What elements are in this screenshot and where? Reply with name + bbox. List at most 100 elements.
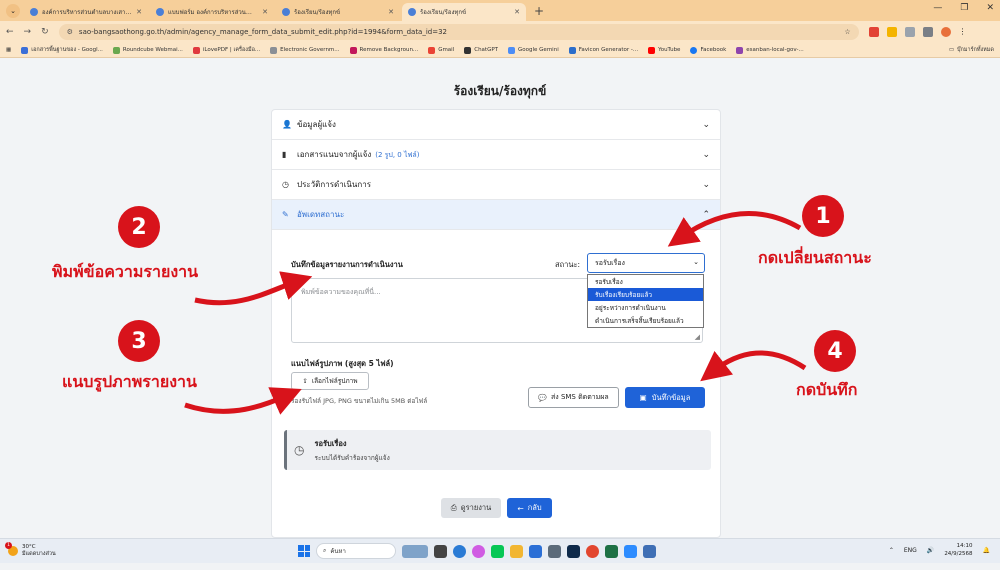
clock[interactable]: 14:10 24/9/2568 xyxy=(944,542,972,558)
notepad-icon[interactable] xyxy=(643,544,656,558)
bookmark-item[interactable]: Facebook xyxy=(690,46,726,54)
status-label: สถานะ: xyxy=(555,260,581,269)
roundcube-icon xyxy=(112,46,120,54)
windows-start-icon[interactable] xyxy=(298,545,310,557)
menu-dots-icon[interactable]: ⋮ xyxy=(959,27,967,37)
arrow-left-icon: ← xyxy=(517,503,524,513)
chevron-down-icon: ⌄ xyxy=(702,149,710,160)
taskbar: 1 30°C มีแดดบางส่วน ⌕ ค้นหา ⌃ ENG 🔊 14:10 … xyxy=(0,538,1000,563)
bookmark-item[interactable]: Favicon Generator -... xyxy=(568,46,638,54)
section-update-status[interactable]: ✎ อัพเดทสถานะ ⌃ xyxy=(272,200,720,230)
wifi-speaker-battery-icon[interactable]: 🔊 xyxy=(927,547,934,554)
calculator-icon[interactable] xyxy=(548,544,561,558)
close-tab-icon[interactable]: ✕ xyxy=(514,8,520,16)
copilot-icon[interactable] xyxy=(472,544,485,558)
bookmark-item[interactable]: Roundcube Webmai... xyxy=(112,46,183,54)
ilovepdf-icon xyxy=(192,46,200,54)
search-icon: ⌕ xyxy=(323,547,327,554)
close-tab-icon[interactable]: ✕ xyxy=(388,8,394,16)
section-reporter-info[interactable]: 👤 ข้อมูลผู้แจ้ง ⌄ xyxy=(272,110,720,140)
bookmark-item[interactable]: Electronic Governm... xyxy=(270,46,340,54)
all-bookmarks[interactable]: ▭ บุ๊กมาร์กทั้งหมด xyxy=(949,46,994,54)
section-attachments[interactable]: ▮ เอกสารแนบจากผู้แจ้ง (2 รูป, 0 ไฟล์) ⌄ xyxy=(272,140,720,170)
extension-icon[interactable] xyxy=(904,27,915,37)
upload-icon: ⇪ xyxy=(302,377,308,385)
esanban-icon xyxy=(736,46,744,54)
bookmark-star-icon[interactable]: ☆ xyxy=(844,28,850,36)
view-report-button[interactable]: ⎙ ดูรายงาน xyxy=(441,498,501,518)
status-option-highlighted[interactable]: รับเรื่องเรียบร้อยแล้ว xyxy=(588,288,703,301)
favicon-icon xyxy=(282,8,290,16)
notification-icon[interactable]: 🔔 xyxy=(983,547,990,554)
browser-tab-bar: ⌄ องค์การบริหารส่วนตำบลบางเสาธง อ.บ✕ แบบ… xyxy=(0,0,1000,21)
browser-tab[interactable]: องค์การบริหารส่วนตำบลบางเสาธง อ.บ✕ xyxy=(24,3,148,21)
extension-icons: ⋮ xyxy=(868,27,967,37)
status-select[interactable]: รอรับเรื่อง ⌄ xyxy=(587,253,705,273)
extension-icon[interactable] xyxy=(886,27,897,37)
send-sms-button[interactable]: 💬 ส่ง SMS ติดตามผล xyxy=(528,387,619,408)
minimize-icon[interactable]: — xyxy=(933,3,942,13)
site-info-icon[interactable]: ⚙ xyxy=(67,28,73,36)
section-history[interactable]: ◷ ประวัติการดำเนินการ ⌄ xyxy=(272,170,720,200)
tab-search-icon[interactable]: ⌄ xyxy=(6,4,20,18)
bookmark-item[interactable]: YouTube xyxy=(648,46,680,54)
store-icon[interactable] xyxy=(529,544,542,558)
status-option[interactable]: รอรับเรื่อง xyxy=(588,275,703,288)
chevron-up-icon[interactable]: ⌃ xyxy=(889,547,894,554)
back-button[interactable]: ← กลับ xyxy=(507,498,552,518)
favicon-icon xyxy=(408,8,416,16)
history-icon: ◷ xyxy=(282,180,289,189)
bookmark-item[interactable]: esanban-local-gov-... xyxy=(736,46,804,54)
app-icon[interactable] xyxy=(624,544,637,558)
close-window-icon[interactable]: ✕ xyxy=(986,3,994,13)
update-status-body: บันทึกข้อมูลรายงานการดำเนินงาน สถานะ: รอ… xyxy=(272,230,720,570)
close-tab-icon[interactable]: ✕ xyxy=(262,8,268,16)
reload-icon[interactable]: ↻ xyxy=(41,27,49,37)
save-button[interactable]: ▣ บันทึกข้อมูล xyxy=(625,387,705,408)
printer-icon: ⎙ xyxy=(450,503,457,512)
photoshop-icon[interactable] xyxy=(567,544,580,558)
bookmark-item[interactable]: iLovePDF | เครื่องมือ... xyxy=(192,46,260,54)
address-bar[interactable]: ⚙ sao-bangsaothong.go.th/admin/agency_ma… xyxy=(58,24,859,40)
widget-icon[interactable] xyxy=(402,544,428,558)
browser-tab[interactable]: ร้องเรียน/ร้องทุกข์ ✕ xyxy=(276,3,400,21)
gmail-extension-icon[interactable] xyxy=(868,27,879,37)
browser-tab[interactable]: แบบฟอร์ม องค์การบริหารส่วนตำบลบ ✕ xyxy=(150,3,274,21)
chrome-icon[interactable] xyxy=(586,544,599,558)
file-explorer-icon[interactable] xyxy=(510,544,523,558)
back-arrow-icon[interactable]: ← xyxy=(6,27,14,37)
extensions-puzzle-icon[interactable] xyxy=(922,27,933,37)
annotation-badge-2: 2 xyxy=(118,206,160,248)
resize-grip-icon[interactable]: ◢ xyxy=(695,333,700,341)
new-tab-button[interactable]: + xyxy=(534,4,544,18)
bookmark-item[interactable]: Remove Backgroun... xyxy=(349,46,418,54)
bookmark-item[interactable]: Google Gemini xyxy=(508,46,559,54)
excel-icon[interactable] xyxy=(605,544,618,558)
edge-icon[interactable] xyxy=(453,544,466,558)
egov-icon xyxy=(270,46,278,54)
weather-widget[interactable]: 1 30°C มีแดดบางส่วน xyxy=(5,542,118,558)
chevron-up-icon: ⌃ xyxy=(702,209,710,220)
profile-avatar-icon[interactable] xyxy=(940,27,951,37)
favicon-icon xyxy=(30,8,38,16)
language-indicator[interactable]: ENG xyxy=(904,547,917,554)
choose-image-button[interactable]: ⇪ เลือกไฟล์รูปภาพ xyxy=(291,372,369,390)
status-option[interactable]: อยู่ระหว่างการดำเนินงาน xyxy=(588,301,703,314)
forward-arrow-icon[interactable]: → xyxy=(24,27,32,37)
status-option[interactable]: ดำเนินการเสร็จสิ้นเรียบร้อยแล้ว xyxy=(588,314,703,327)
page-content: ร้องเรียน/ร้องทุกข์ 👤 ข้อมูลผู้แจ้ง ⌄ ▮ … xyxy=(0,58,1000,538)
restore-icon[interactable]: ❐ xyxy=(960,3,968,13)
line-icon[interactable] xyxy=(491,544,504,558)
close-tab-icon[interactable]: ✕ xyxy=(136,8,142,16)
browser-tab-active[interactable]: ร้องเรียน/ร้องทุกข์ ✕ xyxy=(402,3,526,21)
bookmark-item[interactable]: Gmail xyxy=(428,46,454,54)
bookmark-item[interactable]: ChatGPT xyxy=(464,46,498,54)
apps-grid-icon[interactable]: ▦ xyxy=(6,47,11,53)
window-controls: — ❐ ✕ xyxy=(933,3,994,13)
task-view-icon[interactable] xyxy=(434,544,447,558)
bookmark-item[interactable]: เอกสารพื้นฐานของ - Googl... xyxy=(21,46,103,54)
chevron-down-icon: ⌄ xyxy=(693,258,699,266)
annotation-text-3: แนบรูปภาพรายงาน xyxy=(62,372,197,391)
taskbar-search[interactable]: ⌕ ค้นหา xyxy=(316,543,396,559)
docs-icon xyxy=(21,46,29,54)
